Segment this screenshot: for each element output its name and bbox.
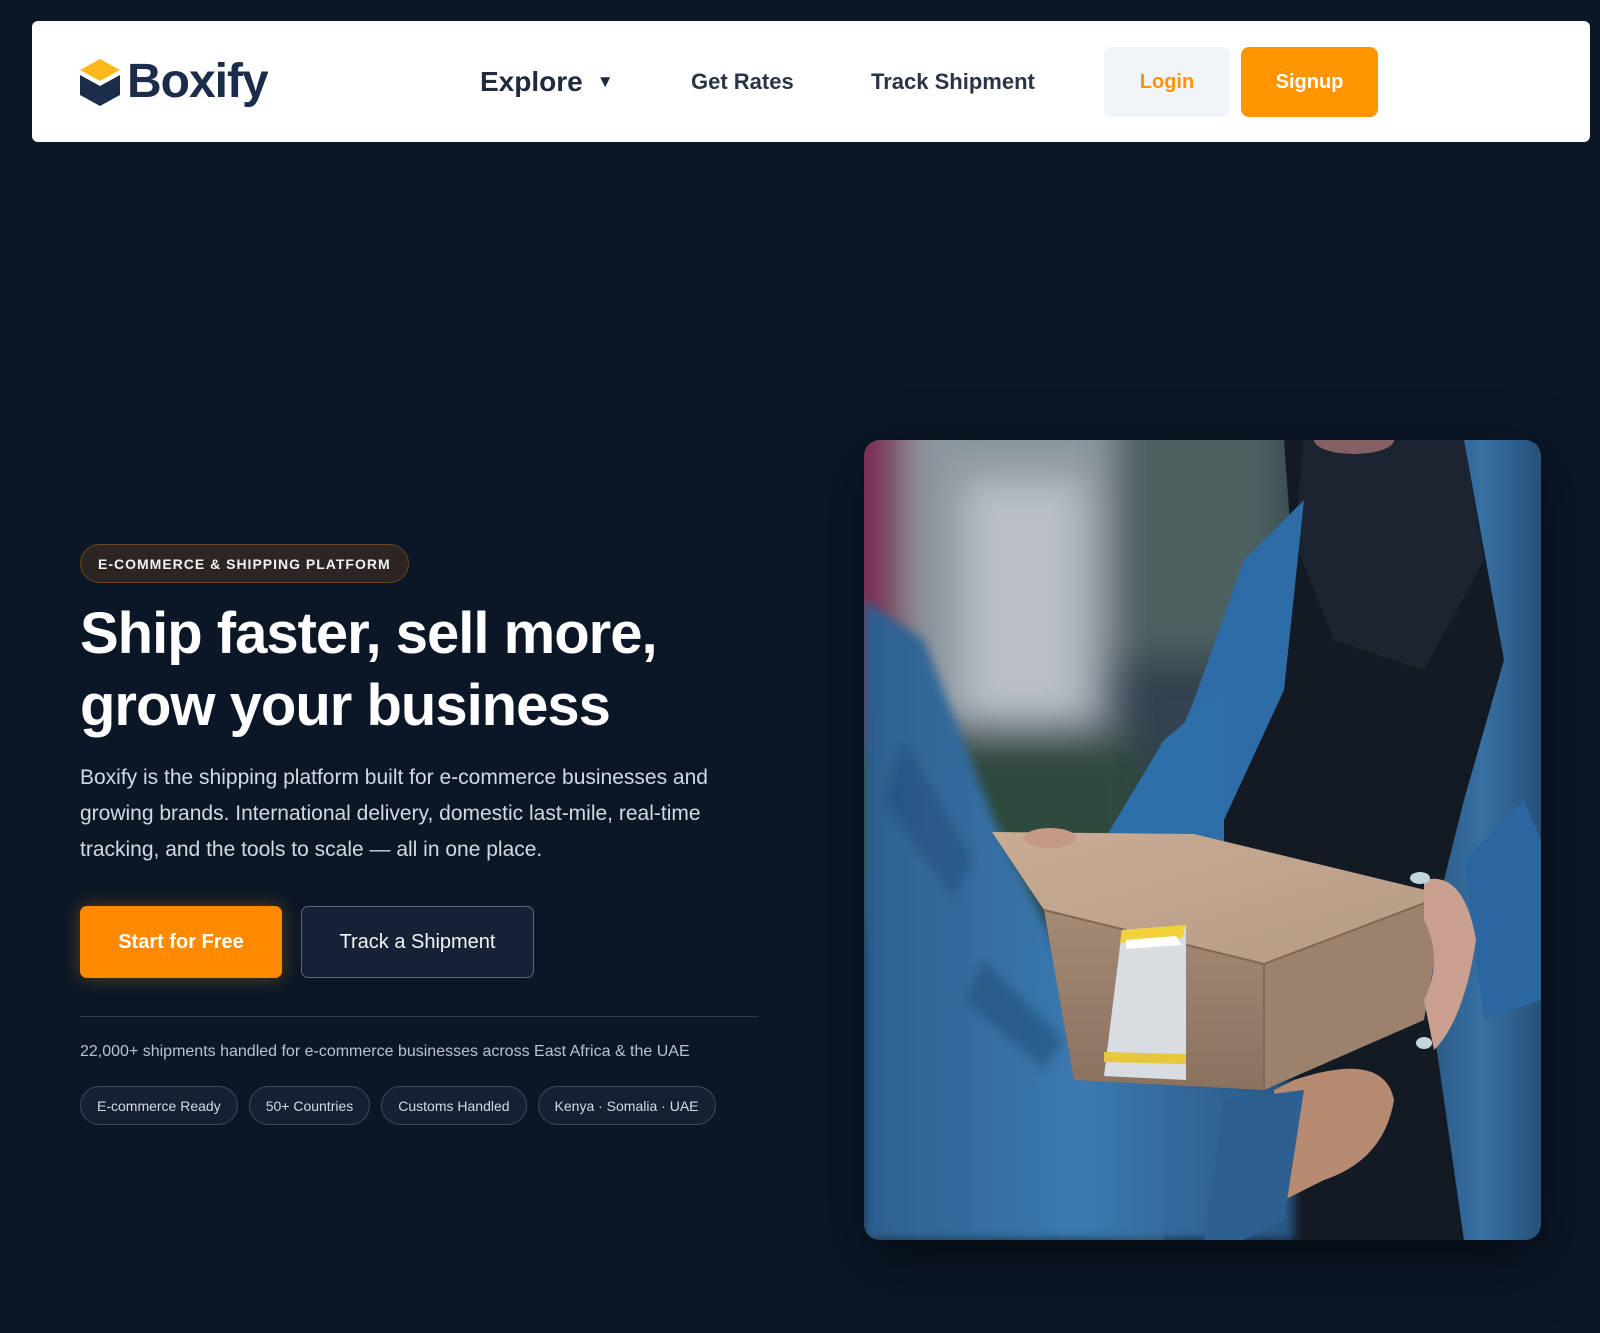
pill-countries: 50+ Countries <box>248 1086 371 1125</box>
package-handover-illustration <box>864 440 1541 1240</box>
track-a-shipment-button[interactable]: Track a Shipment <box>301 906 534 978</box>
top-navbar: Boxify Explore ▼ Get Rates Track Shipmen… <box>32 21 1590 142</box>
hero-badge: E-COMMERCE & SHIPPING PLATFORM <box>80 544 409 583</box>
caret-down-icon: ▼ <box>596 71 614 91</box>
hero-title-line-2: grow your business <box>80 673 611 738</box>
page: Boxify Explore ▼ Get Rates Track Shipmen… <box>0 0 1600 1333</box>
pill-regions: Kenya · Somalia · UAE <box>537 1086 716 1125</box>
hero-description: Boxify is the shipping platform built fo… <box>80 766 708 861</box>
nav-explore-dropdown[interactable]: Explore ▼ <box>480 21 614 142</box>
brand-name: Boxify <box>127 55 269 108</box>
pill-ecommerce-ready: E-commerce Ready <box>80 1086 238 1125</box>
nav-link-track-shipment[interactable]: Track Shipment <box>871 21 1035 142</box>
nav-explore-label: Explore <box>480 65 583 97</box>
hero-title-line-1: Ship faster, sell more, <box>80 601 658 666</box>
start-for-free-button[interactable]: Start for Free <box>80 906 282 978</box>
pill-customs-handled: Customs Handled <box>381 1086 527 1125</box>
nav-link-get-rates[interactable]: Get Rates <box>691 21 794 142</box>
login-button[interactable]: Login <box>1104 47 1230 117</box>
brand-logo[interactable]: Boxify <box>78 54 269 110</box>
hero-photo-package-handover <box>864 440 1541 1240</box>
box-logo-icon <box>80 59 120 106</box>
hero-divider <box>80 1016 758 1017</box>
signup-button[interactable]: Signup <box>1241 47 1378 117</box>
hero-title: Ship faster, sell more, grow your busine… <box>80 598 800 742</box>
shipments-stat-text: 22,000+ shipments handled for e-commerce… <box>80 1043 690 1060</box>
feature-pills: E-commerce Ready 50+ Countries Customs H… <box>80 1086 716 1125</box>
